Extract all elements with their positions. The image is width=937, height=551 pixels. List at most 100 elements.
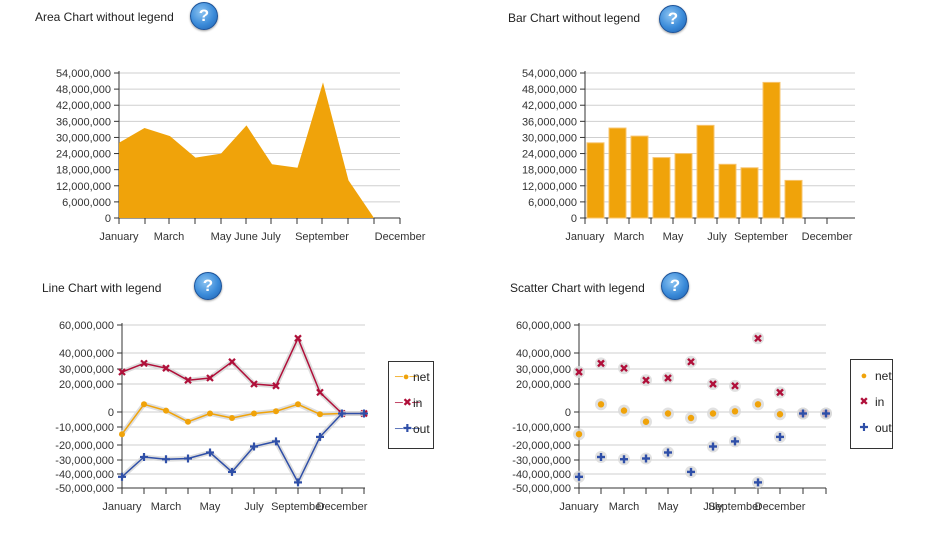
area-xtick-label: June bbox=[234, 231, 258, 243]
in-marker-icon: ✖ bbox=[859, 396, 869, 408]
scatter-ytick-label: -20,000,000 bbox=[512, 440, 571, 452]
net-marker-icon: ─●─ bbox=[395, 371, 418, 383]
area-xtick-label: March bbox=[154, 231, 185, 243]
line-out-series bbox=[121, 412, 364, 484]
scatter-net-point-september bbox=[754, 401, 762, 408]
bar-xtick-label: May bbox=[663, 231, 684, 243]
line-ytick-label: -50,000,000 bbox=[55, 483, 114, 495]
scatter-ytick-label: -10,000,000 bbox=[512, 422, 571, 434]
bar-ytick-label: 42,000,000 bbox=[522, 100, 577, 112]
legend-label-out: out bbox=[875, 421, 892, 435]
scatter-net-point-april bbox=[642, 418, 650, 425]
line-net-point-july bbox=[251, 410, 257, 417]
bar-ytick-label: 12,000,000 bbox=[522, 181, 577, 193]
bar-july bbox=[718, 163, 737, 219]
line-ytick-label: 40,000,000 bbox=[59, 348, 114, 360]
line-net-point-january bbox=[119, 431, 125, 438]
line-net-point-may bbox=[207, 410, 213, 417]
area-fill bbox=[119, 82, 374, 219]
area-xtick-label: July bbox=[261, 231, 281, 243]
scatter-xtick-label: December bbox=[755, 501, 806, 513]
area-ytick-label: 24,000,000 bbox=[56, 149, 111, 161]
line-xtick-label: March bbox=[151, 501, 182, 513]
legend-label-net: net bbox=[875, 369, 892, 383]
area-ytick-label: 42,000,000 bbox=[56, 100, 111, 112]
scatter-xtick-label: May bbox=[658, 501, 679, 513]
line-ytick-label: 30,000,000 bbox=[59, 364, 114, 376]
line-net-point-june bbox=[229, 415, 235, 421]
scatter-net-point-february bbox=[597, 401, 605, 408]
charts-canvas: 0 6,000,000 12,000,000 18,000,000 24,000,000… bbox=[55, 68, 855, 513]
net-marker-icon: ● bbox=[860, 370, 868, 382]
line-ytick-label: 20,000,000 bbox=[59, 379, 114, 391]
area-xtick-label: December bbox=[375, 231, 426, 243]
legend-label-net: net bbox=[413, 370, 430, 384]
area-xtick-label: May bbox=[211, 231, 232, 243]
scatter-net-point-may bbox=[664, 410, 672, 417]
bar-april bbox=[652, 157, 671, 219]
bar-ytick-label: 18,000,000 bbox=[522, 165, 577, 177]
area-ytick-label: 12,000,000 bbox=[56, 181, 111, 193]
in-marker-icon: ─✖─ bbox=[395, 397, 420, 409]
area-ytick-label: 48,000,000 bbox=[56, 84, 111, 96]
scatter-net-point-october bbox=[776, 411, 784, 418]
out-marker-icon: ✚ bbox=[859, 422, 869, 434]
area-xtick-label: September bbox=[295, 231, 349, 243]
line-net-point-february bbox=[141, 401, 147, 408]
bar-xtick-label: July bbox=[707, 231, 727, 243]
scatter-ytick-label: -40,000,000 bbox=[512, 469, 571, 481]
bar-ytick-label: 0 bbox=[571, 213, 577, 225]
line-net-point-march bbox=[163, 407, 169, 414]
area-xtick-label: January bbox=[99, 231, 139, 243]
scatter-ytick-label: 40,000,000 bbox=[516, 348, 571, 360]
bar-march bbox=[630, 135, 649, 219]
scatter-xtick-label: January bbox=[559, 501, 599, 513]
scatter-net-point-june bbox=[687, 414, 695, 422]
area-ytick-label: 30,000,000 bbox=[56, 132, 111, 144]
line-ytick-label: -10,000,000 bbox=[55, 422, 114, 434]
bar-september bbox=[762, 81, 781, 219]
line-xtick-label: January bbox=[102, 501, 142, 513]
area-ytick-label: 6,000,000 bbox=[62, 197, 111, 209]
line-xtick-label: December bbox=[317, 501, 368, 513]
bar-june bbox=[696, 124, 715, 219]
legend-label-in: in bbox=[413, 396, 423, 410]
area-ytick-label: 54,000,000 bbox=[56, 68, 111, 80]
scatter-legend: ● net ✖ in ✚ out bbox=[850, 359, 893, 449]
line-ytick-label: -30,000,000 bbox=[55, 455, 114, 467]
scatter-net-point-august bbox=[731, 408, 739, 415]
scatter-ytick-label: -30,000,000 bbox=[512, 455, 571, 467]
bar-august bbox=[740, 167, 759, 219]
line-ytick-label: 60,000,000 bbox=[59, 320, 114, 332]
scatter-net-point-january bbox=[575, 431, 583, 438]
line-in-shadow bbox=[121, 335, 364, 416]
bar-xtick-label: September bbox=[734, 231, 788, 243]
bar-february bbox=[608, 127, 627, 219]
line-legend: ─●─ net ─✖─ in ─✚─ out bbox=[388, 361, 434, 449]
scatter-net-point-july bbox=[709, 410, 717, 417]
scatter-xtick-label: March bbox=[609, 501, 640, 513]
bar-may bbox=[674, 153, 693, 219]
line-ytick-label: -20,000,000 bbox=[55, 440, 114, 452]
scatter-ytick-label: 0 bbox=[565, 407, 571, 419]
legend-label-in: in bbox=[875, 395, 885, 409]
scatter-ytick-label: 20,000,000 bbox=[516, 379, 571, 391]
bar-ytick-label: 36,000,000 bbox=[522, 116, 577, 128]
bar-xtick-label: January bbox=[565, 231, 605, 243]
bar-ytick-label: 54,000,000 bbox=[522, 68, 577, 80]
scatter-ytick-label: -50,000,000 bbox=[512, 483, 571, 495]
out-marker-icon: ─✚─ bbox=[395, 423, 420, 435]
legend-label-out: out bbox=[413, 422, 430, 436]
area-ytick-label: 0 bbox=[105, 213, 111, 225]
line-ytick-label: 0 bbox=[108, 407, 114, 419]
bar-xtick-label: March bbox=[614, 231, 645, 243]
bar-january bbox=[586, 142, 605, 219]
line-net-point-april bbox=[185, 418, 191, 425]
scatter-net-point-march bbox=[620, 407, 628, 414]
bar-ytick-label: 48,000,000 bbox=[522, 84, 577, 96]
scatter-ytick-label: 60,000,000 bbox=[516, 320, 571, 332]
line-xtick-label: July bbox=[244, 501, 264, 513]
bar-ytick-label: 24,000,000 bbox=[522, 149, 577, 161]
line-net-point-october bbox=[317, 411, 323, 418]
scatter-ytick-label: 30,000,000 bbox=[516, 364, 571, 376]
